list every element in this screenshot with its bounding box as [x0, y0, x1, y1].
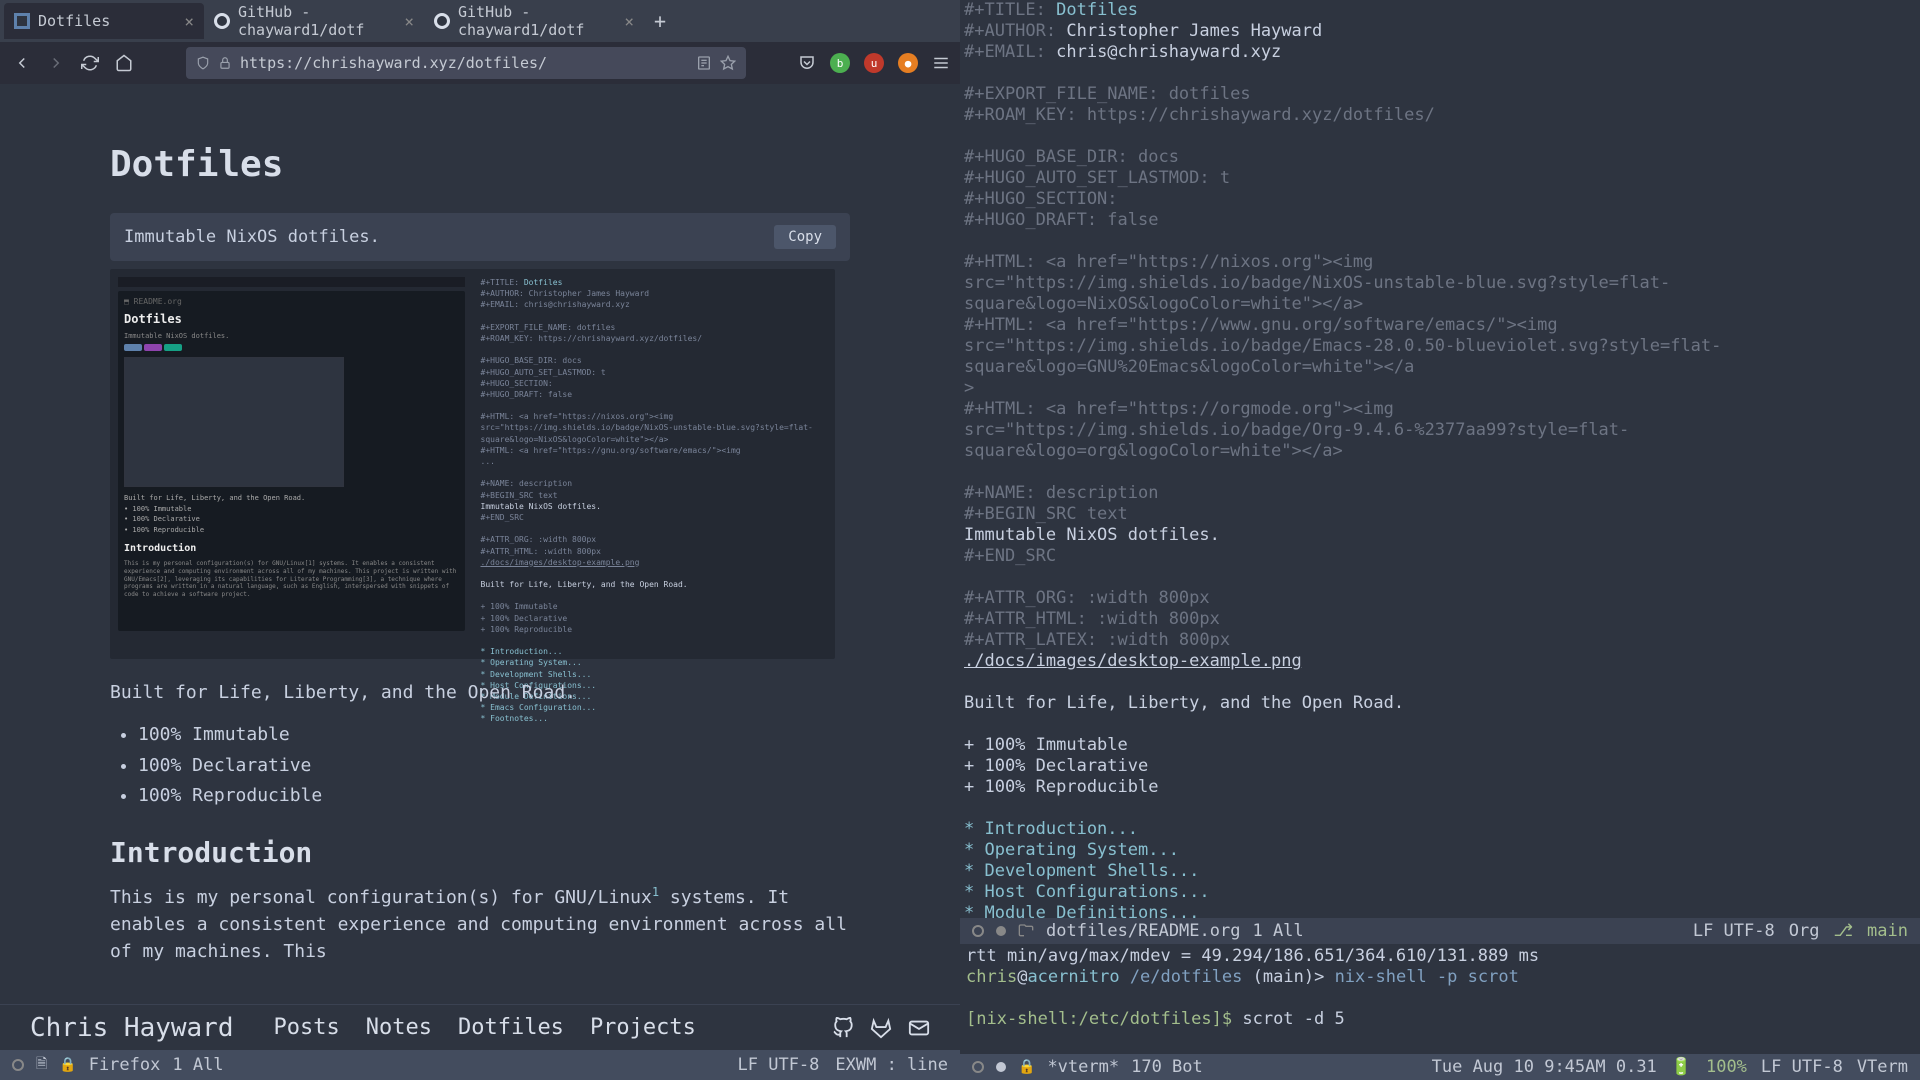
circle-filled-icon	[996, 1062, 1006, 1072]
tab-dotfiles[interactable]: Dotfiles ×	[4, 3, 204, 39]
list-item: 100% Immutable	[138, 720, 850, 751]
buffer-position: 1 All	[172, 1055, 223, 1075]
list-item: 100% Declarative	[138, 751, 850, 782]
major-mode: VTerm	[1857, 1057, 1908, 1077]
tab-title: GitHub - chayward1/dotf	[458, 3, 616, 39]
terminal-prompt-nix: [nix-shell:/etc/dotfiles]$ scrot -d 5	[966, 1009, 1914, 1030]
gitlab-icon[interactable]	[870, 1017, 892, 1039]
close-icon[interactable]: ×	[404, 12, 414, 31]
battery-pct: 100%	[1706, 1057, 1747, 1077]
mail-icon[interactable]	[908, 1017, 930, 1039]
site-title[interactable]: Chris Hayward	[30, 1013, 234, 1043]
code-text: Immutable NixOS dotfiles.	[124, 227, 380, 247]
desktop-screenshot-image: ⬒ README.org Dotfiles Immutable NixOS do…	[110, 269, 835, 659]
lock-icon: 🔒	[59, 1057, 76, 1073]
branch-icon: ⎇	[1833, 921, 1853, 941]
buffer-position: 1 All	[1252, 921, 1303, 941]
circle-icon	[972, 925, 984, 937]
site-nav: Chris Hayward Posts Notes Dotfiles Proje…	[0, 1004, 960, 1050]
circle-icon	[12, 1059, 24, 1071]
nav-dotfiles[interactable]: Dotfiles	[458, 1015, 564, 1040]
firefox-url-bar: https://chrishayward.xyz/dotfiles/ b u ●	[0, 42, 960, 84]
home-button[interactable]	[112, 51, 136, 75]
nav-notes[interactable]: Notes	[366, 1015, 432, 1040]
buffer-path: dotfiles/README.org	[1046, 921, 1240, 941]
extension-bitwarden-icon[interactable]: b	[830, 53, 850, 73]
nav-posts[interactable]: Posts	[274, 1015, 340, 1040]
vterm-modeline: 🔒 *vterm* 170 Bot Tue Aug 10 9:45AM 0.31…	[960, 1054, 1920, 1080]
tab-title: GitHub - chayward1/dotf	[238, 3, 396, 39]
code-block: Immutable NixOS dotfiles. Copy	[110, 213, 850, 261]
firefox-tab-bar: Dotfiles × GitHub - chayward1/dotf × Git…	[0, 0, 960, 42]
bookmark-icon[interactable]	[720, 55, 736, 71]
folder-icon	[1018, 923, 1034, 939]
branch-name: main	[1867, 921, 1908, 941]
favicon-icon	[14, 13, 30, 29]
pocket-icon[interactable]	[798, 54, 816, 72]
menu-icon[interactable]	[932, 54, 950, 72]
lock-icon	[218, 56, 232, 70]
url-input[interactable]: https://chrishayward.xyz/dotfiles/	[186, 47, 746, 79]
url-text: https://chrishayward.xyz/dotfiles/	[240, 54, 547, 72]
github-icon	[214, 13, 230, 29]
tab-title: Dotfiles	[38, 12, 110, 30]
close-icon[interactable]: ×	[624, 12, 634, 31]
nav-projects[interactable]: Projects	[590, 1015, 696, 1040]
encoding: LF UTF-8	[1693, 921, 1775, 941]
intro-paragraph: This is my personal configuration(s) for…	[110, 883, 850, 965]
datetime: Tue Aug 10 9:45AM 0.31	[1432, 1057, 1657, 1077]
tab-github-1[interactable]: GitHub - chayward1/dotf ×	[204, 3, 424, 39]
major-mode: Org	[1789, 921, 1820, 941]
org-editor[interactable]: #+TITLE: Dotfiles #+AUTHOR: Christopher …	[960, 0, 1920, 918]
extension-ublock-icon[interactable]: u	[864, 53, 884, 73]
buffer-position: 170 Bot	[1131, 1057, 1203, 1077]
major-mode: EXWM : line	[835, 1055, 948, 1075]
copy-button[interactable]: Copy	[774, 225, 836, 249]
webpage-content: Dotfiles Immutable NixOS dotfiles. Copy …	[0, 84, 960, 1004]
page-title: Dotfiles	[110, 144, 850, 185]
tab-github-2[interactable]: GitHub - chayward1/dotf ×	[424, 3, 644, 39]
battery-icon: 🔋	[1671, 1057, 1692, 1077]
encoding: LF UTF-8	[738, 1055, 820, 1075]
editor-modeline: dotfiles/README.org 1 All LF UTF-8 Org ⎇…	[960, 918, 1920, 944]
list-item: 100% Reproducible	[138, 781, 850, 812]
shield-icon	[196, 56, 210, 70]
extension-icon[interactable]: ●	[898, 53, 918, 73]
github-icon[interactable]	[832, 1017, 854, 1039]
close-icon[interactable]: ×	[184, 12, 194, 31]
reader-icon[interactable]	[696, 55, 712, 71]
encoding: LF UTF-8	[1761, 1057, 1843, 1077]
circle-icon	[972, 1061, 984, 1073]
add-tab-button[interactable]: +	[644, 9, 676, 33]
terminal-prompt: chris@acernitro /e/dotfiles (main)> nix-…	[966, 967, 1914, 988]
forward-button[interactable]	[44, 51, 68, 75]
terminal-output: rtt min/avg/max/mdev = 49.294/186.651/36…	[966, 946, 1914, 967]
left-modeline: 🗎 🔒 Firefox 1 All LF UTF-8 EXWM : line	[0, 1050, 960, 1080]
section-heading: Introduction	[110, 836, 850, 869]
file-icon: 🗎	[36, 1053, 47, 1077]
back-button[interactable]	[10, 51, 34, 75]
reload-button[interactable]	[78, 51, 102, 75]
lock-icon: 🔒	[1018, 1059, 1035, 1075]
feature-list: 100% Immutable 100% Declarative 100% Rep…	[138, 720, 850, 812]
buffer-name: Firefox	[89, 1055, 161, 1075]
circle-filled-icon	[996, 926, 1006, 936]
github-icon	[434, 13, 450, 29]
vterm-terminal[interactable]: rtt min/avg/max/mdev = 49.294/186.651/36…	[960, 944, 1920, 1054]
buffer-name: *vterm*	[1047, 1057, 1119, 1077]
